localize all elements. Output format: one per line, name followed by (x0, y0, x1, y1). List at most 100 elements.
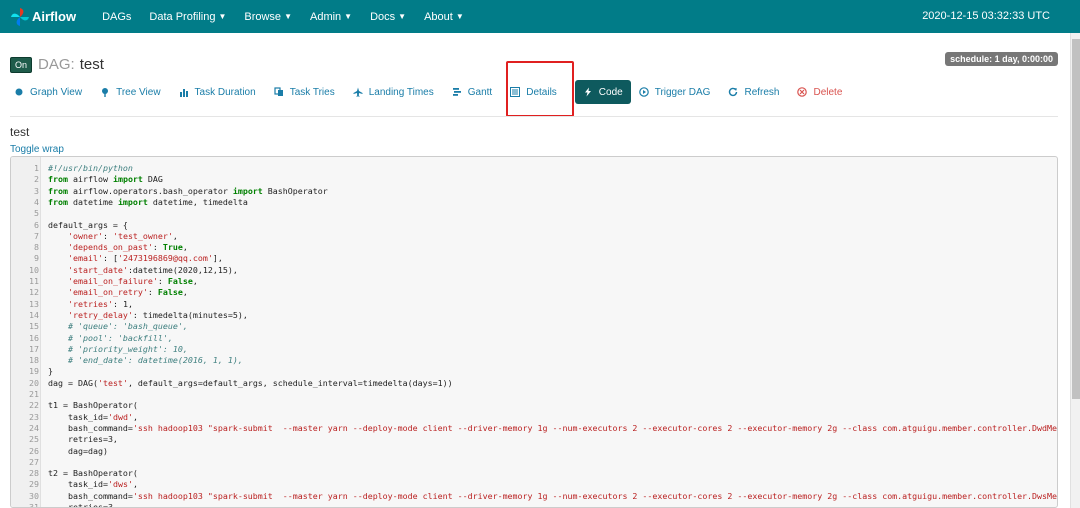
chevron-down-icon: ▼ (284, 12, 292, 21)
bar-chart-icon (179, 87, 192, 97)
line-content: t2 = BashOperator( (48, 468, 138, 479)
line-number: 23 (29, 411, 39, 422)
refresh-icon (728, 87, 741, 97)
line-number: 7 (34, 230, 39, 241)
gantt-icon (452, 87, 465, 97)
line-content: from datetime import datetime, timedelta (48, 196, 248, 207)
plane-icon (353, 87, 366, 97)
tab-label: Tree View (116, 86, 161, 98)
line-number: 21 (29, 389, 39, 399)
tab-task-tries[interactable]: Task Tries (274, 80, 335, 104)
nav-item-admin[interactable]: Admin ▼ (310, 11, 352, 23)
tab-gantt[interactable]: Gantt (452, 80, 492, 104)
line-number: 25 (29, 434, 39, 445)
line-number: 1 (34, 163, 39, 173)
line-content: # 'queue': 'bash_queue', (67, 321, 188, 332)
tab-label: Graph View (30, 86, 83, 98)
dag-name: test (79, 56, 104, 73)
line-content: # 'priority_weight': 10, (67, 343, 188, 354)
schedule-badge: schedule: 1 day, 0:00:00 (945, 52, 1058, 66)
line-number: 13 (29, 298, 39, 309)
nav-item-browse[interactable]: Browse ▼ (244, 11, 292, 23)
line-content: 'owner': 'test_owner', (67, 230, 178, 241)
nav-item-dags[interactable]: DAGs (102, 11, 131, 23)
tab-task-duration[interactable]: Task Duration (179, 80, 256, 104)
line-number: 16 (29, 332, 39, 343)
divider (10, 116, 1058, 117)
line-number: 18 (29, 355, 39, 366)
tab-refresh[interactable]: Refresh (728, 80, 779, 104)
tries-icon (274, 87, 287, 97)
page-scrollbar[interactable] (1070, 33, 1080, 508)
chevron-down-icon: ▼ (398, 12, 407, 21)
line-content: retries=3, (48, 502, 118, 508)
nav-menu: DAGs Data Profiling ▼ Browse ▼ Admin ▼ Docs ▼ Abo… (102, 11, 482, 23)
nav-item-data-profiling[interactable]: Data Profiling ▼ (149, 11, 226, 23)
dag-header: On DAG: test (10, 56, 104, 73)
tab-delete[interactable]: Delete (797, 80, 842, 104)
flash-icon (583, 87, 596, 97)
tab-label: Trigger DAG (654, 86, 711, 98)
tab-label: Landing Times (368, 86, 434, 98)
line-content: from airflow.operators.bash_operator imp… (48, 185, 328, 196)
toggle-wrap-link[interactable]: Toggle wrap (10, 144, 64, 155)
tab-trigger-dag[interactable]: Trigger DAG (638, 80, 711, 104)
brand[interactable]: Airflow (10, 0, 76, 33)
highlight-annotation (506, 61, 574, 117)
line-number: 3 (34, 185, 39, 196)
line-number: 29 (29, 479, 39, 490)
line-content: 'start_date':datetime(2020,12,15), (67, 264, 238, 275)
graph-icon (14, 87, 27, 97)
line-content: 'email_on_failure': False, (67, 276, 198, 286)
line-number: 17 (29, 343, 39, 354)
line-number: 19 (29, 366, 39, 377)
tab-landing-times[interactable]: Landing Times (353, 80, 434, 104)
dag-toggle[interactable]: On (10, 56, 33, 73)
line-number: 11 (29, 276, 39, 286)
tab-label: Refresh (744, 86, 780, 98)
line-number: 15 (29, 321, 39, 332)
line-content: dag=dag) (48, 445, 108, 456)
line-number: 6 (34, 219, 39, 230)
nav-item-label: About (424, 10, 453, 23)
nav-item-about[interactable]: About ▼ (424, 11, 464, 23)
tab-tree-view[interactable]: Tree View (100, 80, 161, 104)
line-content: # 'end_date': datetime(2016, 1, 1), (67, 355, 243, 366)
delete-icon (797, 87, 810, 97)
nav-item-label: Docs (370, 10, 396, 23)
line-content: 'retry_delay': timedelta(minutes=5), (67, 309, 248, 320)
line-content: bash_command='ssh hadoop103 "spark-submi… (48, 422, 1058, 433)
nav-item-label: DAGs (102, 10, 132, 23)
line-number: 27 (29, 456, 39, 467)
nav-item-label: Data Profiling (149, 10, 216, 23)
server-time: 2020-12-15 03:32:33 UTC (922, 10, 1050, 22)
chevron-down-icon: ▼ (344, 12, 353, 21)
nav-item-label: Browse (244, 10, 282, 23)
line-number: 22 (29, 400, 39, 411)
tab-graph-view[interactable]: Graph View (14, 80, 82, 104)
nav-item-docs[interactable]: Docs ▼ (370, 11, 406, 23)
airflow-logo-icon (11, 7, 29, 26)
top-navbar: Airflow DAGs Data Profiling ▼ Browse ▼ Admin ▼… (0, 0, 1080, 33)
line-number: 30 (29, 490, 39, 501)
chevron-down-icon: ▼ (455, 12, 464, 21)
line-number: 20 (29, 377, 39, 388)
line-content: dag = DAG('test', default_args=default_a… (48, 377, 453, 388)
line-content: 'depends_on_past': True, (67, 242, 188, 253)
line-content: bash_command='ssh hadoop103 "spark-submi… (48, 490, 1058, 501)
line-number: 4 (34, 196, 39, 207)
play-icon (638, 87, 652, 97)
tab-code[interactable]: Code (574, 80, 631, 104)
scrollbar-thumb[interactable] (1072, 39, 1080, 399)
line-number: 12 (29, 287, 39, 298)
chevron-down-icon: ▼ (218, 12, 227, 21)
line-content: #!/usr/bin/python (48, 163, 133, 173)
file-title: test (10, 125, 30, 139)
line-content: retries=3, (48, 434, 118, 445)
line-content: task_id='dwd', (48, 411, 138, 422)
line-content: # 'pool': 'backfill', (67, 332, 173, 343)
line-content: 'email': ['2473196869@qq.com'], (67, 253, 223, 264)
line-number: 28 (29, 468, 39, 479)
line-number: 5 (34, 208, 39, 219)
tab-label: Code (598, 86, 623, 98)
